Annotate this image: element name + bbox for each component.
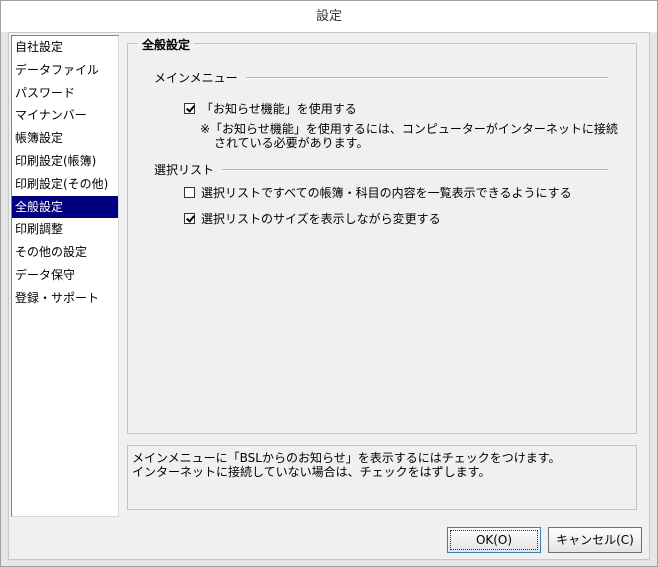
sidebar-item-registration-support[interactable]: 登録・サポート: [12, 287, 118, 310]
section-divider: [222, 168, 608, 171]
cancel-button[interactable]: キャンセル(C): [548, 527, 642, 553]
checkbox-label[interactable]: 「お知らせ機能」を使用する: [201, 100, 357, 117]
sidebar-item-datafile[interactable]: データファイル: [12, 59, 118, 82]
section-label: 選択リスト: [154, 163, 215, 177]
description-box: メインメニューに「BSLからのお知らせ」を表示するにはチェックをつけます。 イン…: [127, 445, 637, 510]
description-line: メインメニューに「BSLからのお知らせ」を表示するにはチェックをつけます。: [132, 451, 561, 465]
checkbox-label[interactable]: 選択リストですべての帳簿・科目の内容を一覧表示できるようにする: [201, 184, 572, 201]
select-list-all-checkbox[interactable]: 選択リストですべての帳簿・科目の内容を一覧表示できるようにする: [184, 184, 572, 201]
section-label: メインメニュー: [154, 71, 238, 85]
note-line: されている必要があります。: [214, 136, 369, 150]
checkbox-unchecked-icon[interactable]: [184, 187, 195, 198]
settings-category-list[interactable]: 自社設定 データファイル パスワード マイナンバー 帳簿設定 印刷設定(帳簿) …: [11, 35, 119, 517]
sidebar-item-ledger[interactable]: 帳簿設定: [12, 127, 118, 150]
dialog-title: 設定: [1, 1, 657, 32]
settings-dialog: 設定 自社設定 データファイル パスワード マイナンバー 帳簿設定 印刷設定(帳…: [0, 0, 658, 567]
sidebar-item-mynumber[interactable]: マイナンバー: [12, 104, 118, 127]
select-list-resize-checkbox[interactable]: 選択リストのサイズを表示しながら変更する: [184, 210, 441, 227]
checkbox-checked-icon[interactable]: [184, 213, 195, 224]
sidebar-item-print-ledger[interactable]: 印刷設定(帳簿): [12, 150, 118, 173]
checkbox-label[interactable]: 選択リストのサイズを表示しながら変更する: [201, 210, 441, 227]
sidebar-item-company[interactable]: 自社設定: [12, 36, 118, 59]
note-line: ※「お知らせ機能」を使用するには、コンピューターがインターネットに接続: [200, 122, 618, 136]
section-divider: [245, 76, 608, 79]
sidebar-item-print-adjust[interactable]: 印刷調整: [12, 218, 118, 241]
dialog-client-area: 自社設定 データファイル パスワード マイナンバー 帳簿設定 印刷設定(帳簿) …: [8, 32, 650, 560]
checkbox-checked-icon[interactable]: [184, 103, 195, 114]
sidebar-item-general[interactable]: 全般設定: [12, 195, 118, 219]
general-settings-group: 全般設定 メインメニュー 「お知らせ機能」を使用する ※「お知らせ機能」を使用す…: [127, 36, 637, 434]
notice-feature-note: ※「お知らせ機能」を使用するには、コンピューターがインターネットに接続 されてい…: [200, 122, 618, 150]
sidebar-item-other-settings[interactable]: その他の設定: [12, 241, 118, 264]
main-menu-section-header: メインメニュー: [154, 69, 608, 86]
ok-button[interactable]: OK(O): [447, 527, 541, 553]
select-list-section-header: 選択リスト: [154, 161, 608, 178]
notice-feature-checkbox[interactable]: 「お知らせ機能」を使用する: [184, 100, 357, 117]
description-line: インターネットに接続していない場合は、チェックをはずします。: [132, 465, 491, 479]
sidebar-item-password[interactable]: パスワード: [12, 82, 118, 105]
sidebar-item-data-maintenance[interactable]: データ保守: [12, 264, 118, 287]
group-title: 全般設定: [138, 36, 195, 53]
sidebar-item-print-other[interactable]: 印刷設定(その他): [12, 173, 118, 196]
